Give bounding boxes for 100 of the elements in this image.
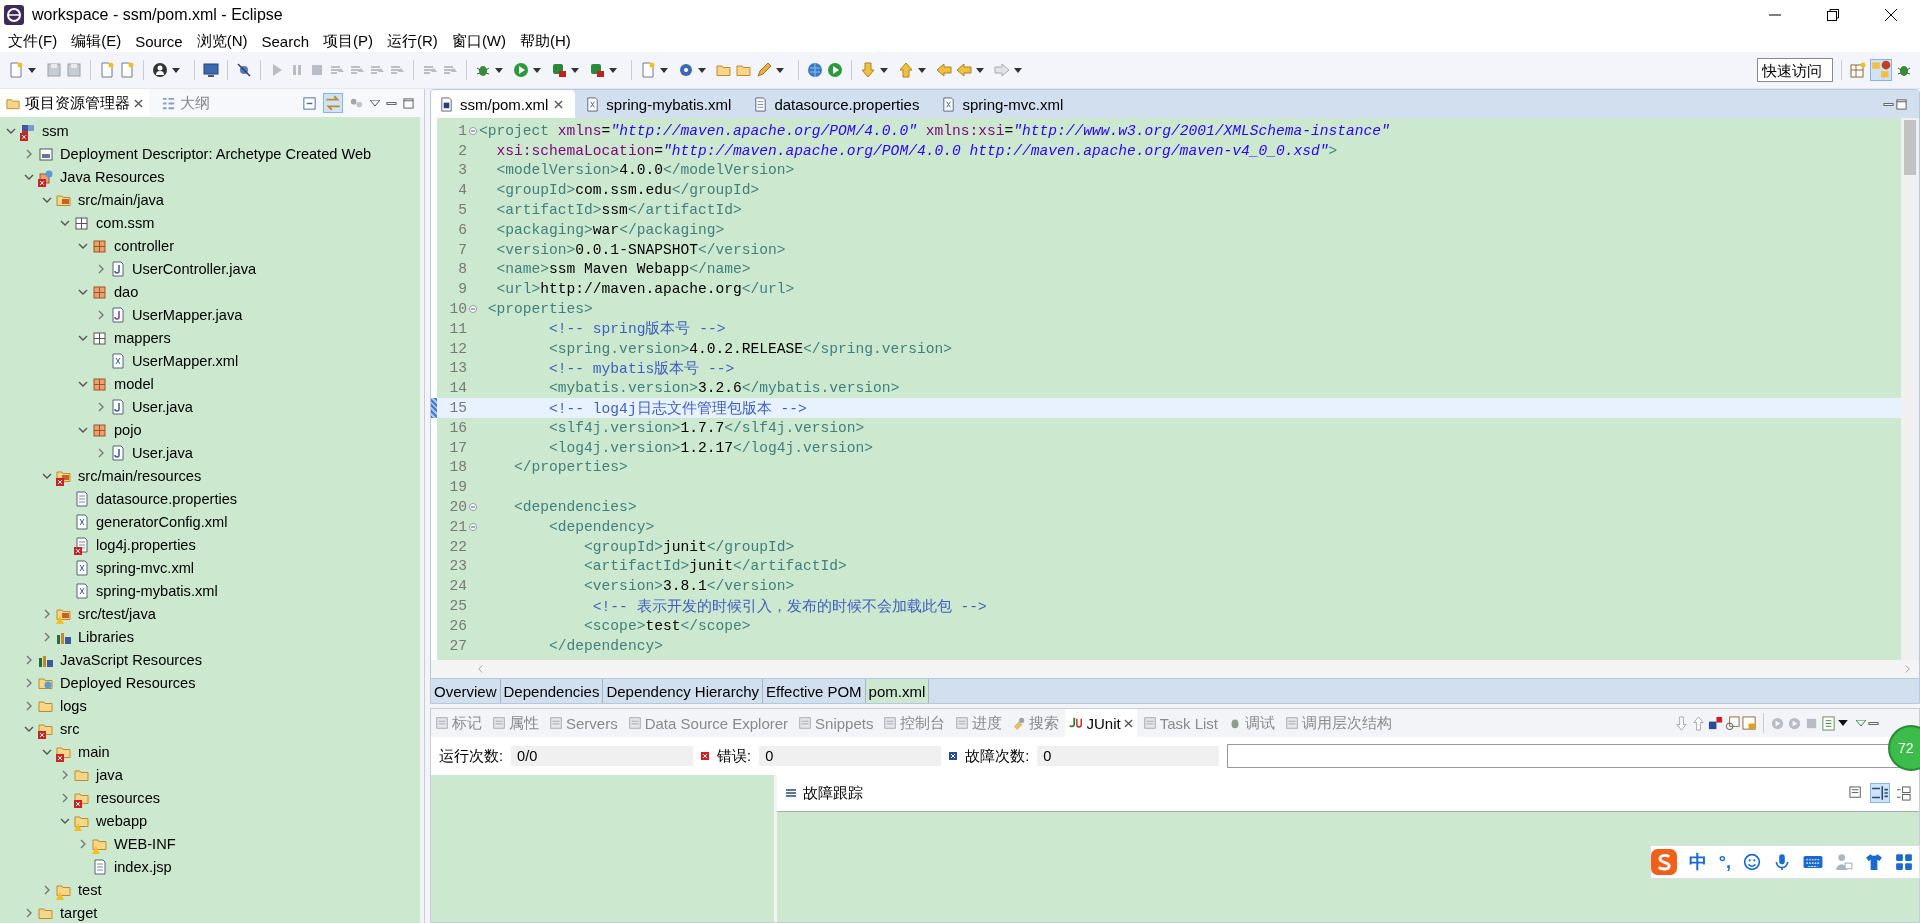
person-icon[interactable] — [152, 62, 168, 78]
chevron-right-icon[interactable] — [60, 792, 70, 803]
pencil-icon[interactable] — [756, 62, 772, 78]
chevron-right-icon[interactable] — [96, 309, 106, 320]
tree-item[interactable]: spring-mybatis.xml — [0, 579, 420, 602]
editor-tab[interactable]: spring-mybatis.xml — [577, 90, 744, 118]
fold-minus-icon[interactable] — [469, 305, 477, 314]
tree-item[interactable]: logs — [0, 694, 420, 717]
tree-item[interactable]: target — [0, 901, 420, 923]
tree-item[interactable]: Libraries — [0, 625, 420, 648]
close-icon[interactable] — [554, 99, 564, 109]
tree-item[interactable]: spring-mvc.xml — [0, 556, 420, 579]
page-tab[interactable]: Dependency Hierarchy — [603, 679, 763, 703]
error-filter-icon[interactable] — [1708, 715, 1723, 731]
chevron-right-icon[interactable] — [42, 631, 52, 642]
tree-item[interactable]: WEB-INF — [0, 832, 420, 855]
tree-item[interactable]: User.java — [0, 441, 420, 464]
tree-item[interactable]: Deployed Resources — [0, 671, 420, 694]
tree-item[interactable]: dao — [0, 280, 420, 303]
page-tab[interactable]: pom.xml — [865, 679, 930, 703]
tree-item[interactable]: index.jsp — [0, 855, 420, 878]
quick-access-field[interactable]: 快速访问 — [1757, 58, 1833, 82]
floppy-disks-icon[interactable] — [66, 62, 82, 78]
page-tab[interactable]: Overview — [431, 679, 501, 703]
dropdown-caret-icon[interactable] — [918, 67, 926, 73]
menu-item[interactable]: 窗口(W) — [451, 31, 507, 51]
dropdown-caret-icon[interactable] — [776, 67, 784, 73]
tree-item[interactable]: src — [0, 717, 420, 740]
menu-item[interactable]: 项目(P) — [323, 31, 374, 51]
chevron-right-icon[interactable] — [42, 884, 52, 895]
dropdown-caret-icon[interactable] — [1014, 67, 1022, 73]
menu-item[interactable]: 浏览(N) — [196, 31, 248, 51]
tree-item[interactable]: log4j.properties — [0, 533, 420, 556]
close-icon[interactable] — [134, 98, 143, 108]
server-icon[interactable] — [551, 62, 567, 78]
monitor-icon[interactable] — [203, 62, 219, 78]
arrow-down-icon[interactable] — [1674, 715, 1689, 731]
dropdown-caret-icon[interactable] — [1838, 720, 1848, 726]
keyboard-icon[interactable] — [1803, 855, 1823, 869]
editor-tab[interactable]: spring-mvc.xml — [933, 90, 1076, 118]
maximize-icon[interactable] — [1826, 8, 1840, 22]
tree-item[interactable]: resources — [0, 786, 420, 809]
tree-item[interactable]: src/main/java — [0, 188, 420, 211]
chevron-right-icon[interactable] — [78, 838, 88, 849]
rerun-icon[interactable] — [1770, 715, 1785, 731]
layout-icon[interactable] — [1896, 785, 1911, 801]
dropdown-caret-icon[interactable] — [495, 67, 503, 73]
editor-tab[interactable]: ssm/pom.xml — [431, 90, 576, 118]
page-tab[interactable]: Effective POM — [763, 679, 866, 703]
folder-icon[interactable] — [736, 62, 752, 78]
chevron-right-icon[interactable] — [96, 447, 106, 458]
editor-tab[interactable]: datasource.properties — [745, 90, 932, 118]
tree-item[interactable]: mappers — [0, 326, 420, 349]
chevron-right-icon[interactable] — [96, 401, 106, 412]
tree-item[interactable]: com.ssm — [0, 211, 420, 234]
tree-item[interactable]: UserMapper.xml — [0, 349, 420, 372]
run-icon[interactable] — [827, 62, 843, 78]
back-arrow-icon[interactable] — [936, 62, 952, 78]
sheet-icon[interactable] — [99, 62, 115, 78]
folder-icon[interactable] — [716, 62, 732, 78]
tree-item[interactable]: UserController.java — [0, 257, 420, 280]
filter-icon[interactable] — [1870, 783, 1890, 803]
perspective-icon[interactable] — [1870, 59, 1892, 81]
compare-icon[interactable] — [1849, 785, 1864, 801]
link-arrows-icon[interactable] — [323, 93, 343, 113]
collapse-all-icon[interactable] — [302, 95, 317, 111]
tree-item[interactable]: pojo — [0, 418, 420, 441]
tree-item[interactable]: generatorConfig.xml — [0, 510, 420, 533]
chevron-right-icon[interactable] — [24, 654, 34, 665]
menu-item[interactable]: Search — [261, 32, 310, 50]
server-icon[interactable] — [589, 62, 605, 78]
chevron-right-icon[interactable] — [24, 700, 34, 711]
scrollbar-thumb[interactable] — [1904, 120, 1916, 175]
tree-item[interactable]: test — [0, 878, 420, 901]
dropdown-caret-icon[interactable] — [533, 67, 541, 73]
close-icon[interactable] — [1123, 718, 1133, 728]
fold-minus-icon[interactable] — [469, 503, 477, 512]
smiley-icon[interactable] — [1743, 853, 1761, 871]
open-perspective-icon[interactable] — [1850, 62, 1866, 78]
tree-item[interactable]: src/main/resources — [0, 464, 420, 487]
dropdown-caret-icon[interactable] — [698, 67, 706, 73]
menu-item[interactable]: 运行(R) — [387, 31, 438, 51]
input-mode-toggle[interactable]: 中 — [1688, 850, 1707, 874]
tree-item[interactable]: java — [0, 763, 420, 786]
chevron-right-icon[interactable] — [96, 263, 106, 274]
fold-minus-icon[interactable] — [469, 126, 477, 135]
tree-item[interactable]: ssm — [0, 119, 420, 142]
chevron-right-icon[interactable] — [24, 148, 34, 159]
menu-item[interactable]: 帮助(H) — [520, 31, 571, 51]
ime-logo-icon[interactable] — [1650, 849, 1677, 875]
fold-minus-icon[interactable] — [469, 522, 477, 531]
view-menu-icon[interactable] — [370, 100, 380, 106]
globe-icon[interactable] — [807, 62, 823, 78]
tree-item[interactable]: datasource.properties — [0, 487, 420, 510]
view-tab[interactable]: 项目资源管理器 — [0, 89, 149, 117]
dropdown-caret-icon[interactable] — [609, 67, 617, 73]
dropdown-caret-icon[interactable] — [172, 67, 180, 73]
tree-item[interactable]: webapp — [0, 809, 420, 832]
chevron-right-icon[interactable] — [42, 608, 52, 619]
microphone-icon[interactable] — [1773, 853, 1791, 871]
